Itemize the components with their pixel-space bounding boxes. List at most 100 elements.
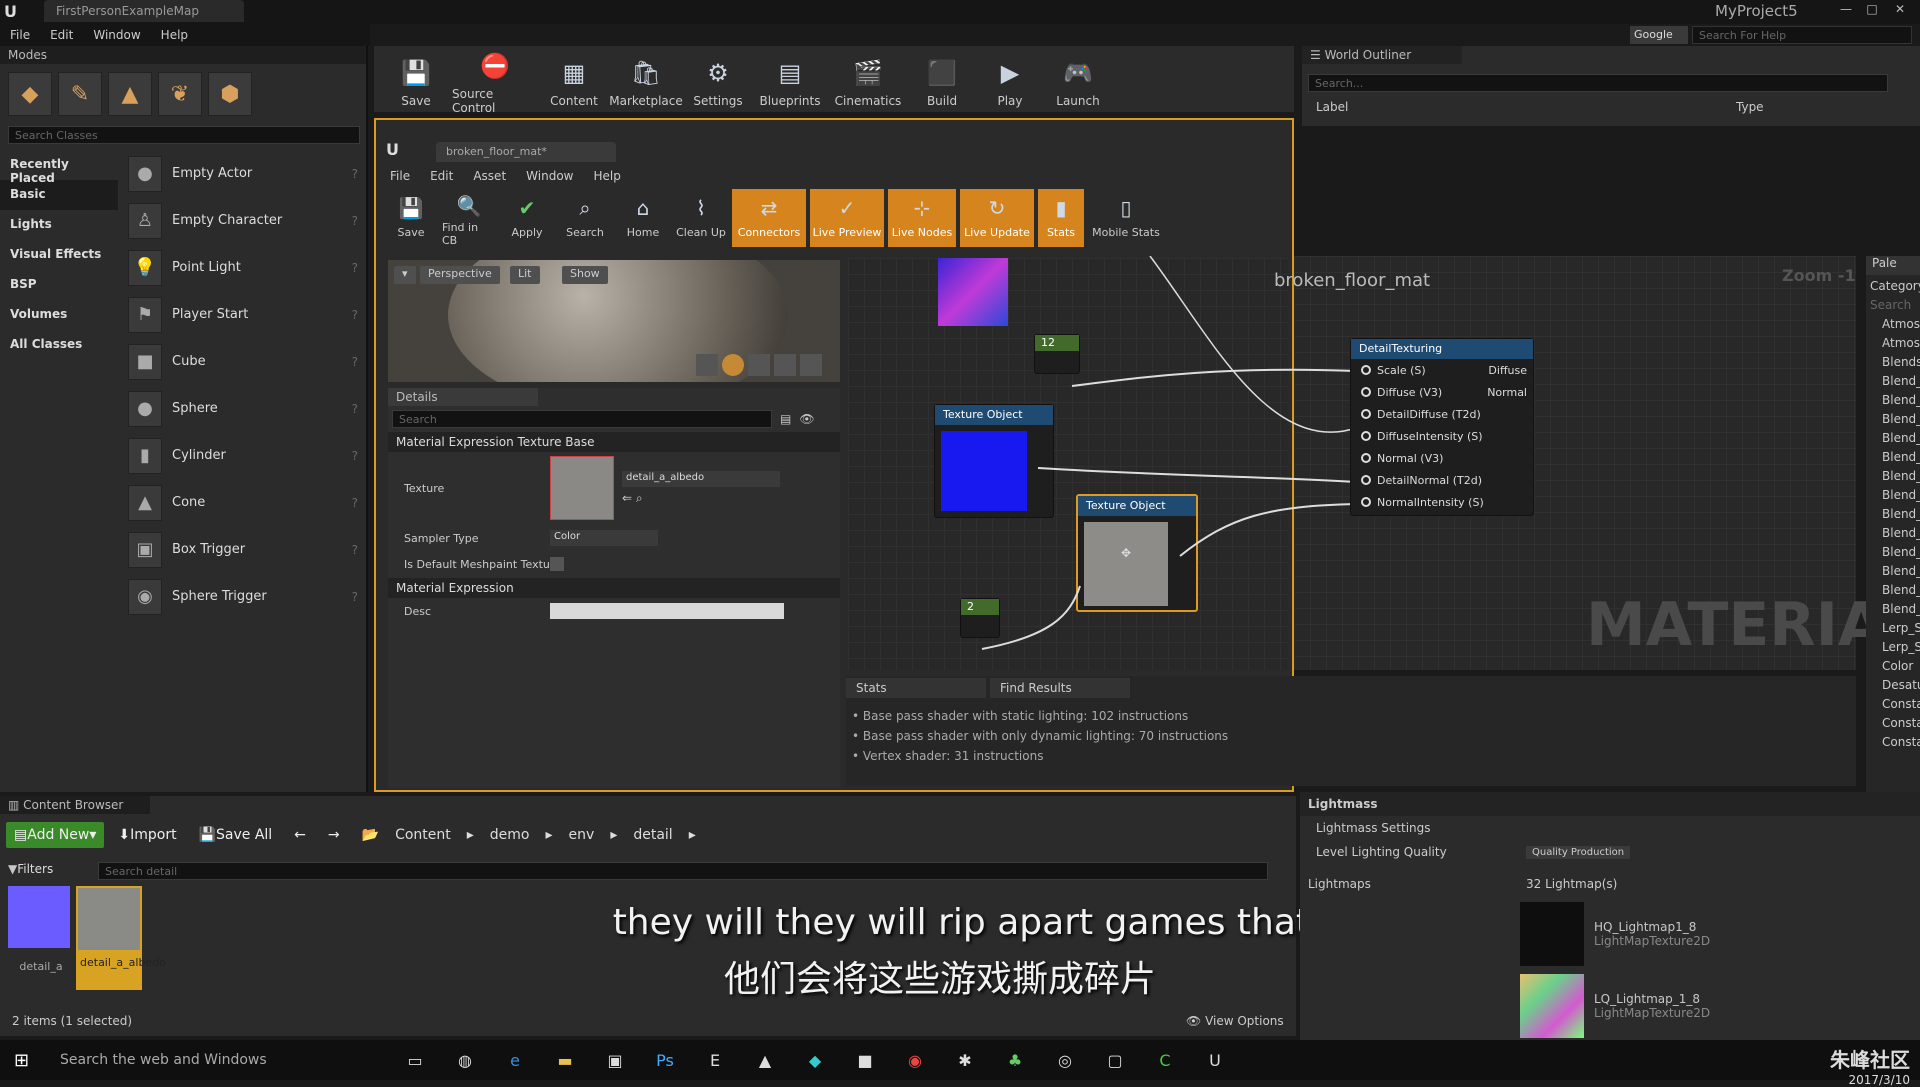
lightmap-hq[interactable]: HQ_Lightmap1_8 LightMapTexture2D (1520, 902, 1920, 966)
app-icon[interactable]: ◆ (800, 1048, 830, 1072)
mat-save-button[interactable]: 💾 Save (384, 189, 438, 247)
app-icon[interactable]: ◎ (1050, 1048, 1080, 1072)
live-preview-button[interactable]: ✓ Live Preview (810, 189, 884, 247)
mobile-stats-button[interactable]: ▯ Mobile Stats (1088, 189, 1164, 247)
meshpaint-checkbox[interactable] (550, 557, 564, 571)
chrome-icon[interactable]: ◉ (900, 1048, 930, 1072)
palette-category[interactable]: Category (1866, 279, 1920, 298)
use-selected-icon[interactable]: ⇐ (622, 491, 632, 505)
pin-detail-normal[interactable]: DetailNormal (T2d) (1351, 469, 1533, 491)
live-nodes-button[interactable]: ⊹ Live Nodes (888, 189, 956, 247)
palette-item[interactable]: Consta (1866, 716, 1920, 735)
place-item-cube[interactable]: ■ Cube? (122, 338, 366, 385)
palette-item[interactable]: Blend_ (1866, 602, 1920, 621)
epic-icon[interactable]: E (700, 1048, 730, 1072)
mesh-preview-icon[interactable] (800, 354, 822, 376)
place-item-cone[interactable]: ▲ Cone? (122, 479, 366, 526)
content-button[interactable]: ▦ Content (542, 51, 606, 108)
palette-item[interactable]: Blends (1866, 355, 1920, 374)
place-item-point-light[interactable]: 💡 Point Light? (122, 244, 366, 291)
palette-item[interactable]: Blend_ (1866, 564, 1920, 583)
cinematics-button[interactable]: 🎬 Cinematics (830, 51, 906, 108)
palette-item[interactable]: Atmosp (1866, 317, 1920, 336)
pin-detail-diffuse[interactable]: DetailDiffuse (T2d) (1351, 403, 1533, 425)
app-icon[interactable]: ■ (850, 1048, 880, 1072)
tab-find-results[interactable]: Find Results (990, 678, 1130, 698)
search-button[interactable]: ⌕ Search (558, 189, 612, 247)
label-column-header[interactable]: Label (1316, 100, 1736, 114)
place-item-sphere[interactable]: ● Sphere? (122, 385, 366, 432)
live-update-button[interactable]: ↻ Live Update (960, 189, 1034, 247)
save-all-button[interactable]: 💾 Save All (191, 822, 281, 848)
category-lights[interactable]: Lights (0, 210, 118, 240)
tab-stats[interactable]: Stats (846, 678, 986, 698)
material-preview-viewport[interactable]: ▾ Perspective Lit Show (388, 260, 840, 382)
palette-item[interactable]: Consta (1866, 697, 1920, 716)
section-material-expression[interactable]: Material Expression (388, 578, 840, 598)
app-icon[interactable]: ✱ (950, 1048, 980, 1072)
place-item-player-start[interactable]: ⚑ Player Start? (122, 291, 366, 338)
save-button[interactable]: 💾 Save (384, 51, 448, 108)
palette-item[interactable]: Blend_ (1866, 393, 1920, 412)
sphere-preview-icon[interactable] (722, 354, 744, 376)
pin-normal-intensity[interactable]: NormalIntensity (S) (1351, 491, 1533, 513)
apply-button[interactable]: ✔ Apply (500, 189, 554, 247)
clean-up-button[interactable]: ⌇ Clean Up (674, 189, 728, 247)
type-column-header[interactable]: Type (1736, 100, 1764, 114)
output-normal[interactable]: Normal (1487, 386, 1527, 399)
palette-item[interactable]: Blend_ (1866, 374, 1920, 393)
eye-icon[interactable]: 👁 (799, 412, 814, 426)
unreal-logo-icon[interactable]: U (1200, 1048, 1230, 1072)
help-icon[interactable]: ? (352, 214, 358, 228)
asset-detail-a[interactable]: detail_a (8, 886, 74, 990)
palette-item[interactable]: Blend_ (1866, 450, 1920, 469)
marketplace-button[interactable]: 🛍 Marketplace (609, 51, 683, 108)
modes-tab[interactable]: Modes (0, 46, 366, 64)
lightmass-settings-label[interactable]: Lightmass Settings (1316, 821, 1526, 835)
place-item-empty-character[interactable]: ♙ Empty Character? (122, 197, 366, 244)
paint-mode-icon[interactable]: ✎ (58, 72, 102, 116)
palette-item[interactable]: Blend_ (1866, 431, 1920, 450)
landscape-mode-icon[interactable]: ▲ (108, 72, 152, 116)
plane-preview-icon[interactable] (748, 354, 770, 376)
help-icon[interactable]: ? (352, 167, 358, 181)
explorer-icon[interactable]: ▬ (550, 1048, 580, 1072)
view-options-button[interactable]: 👁 View Options (1186, 1014, 1284, 1028)
palette-item[interactable]: Blend_ (1866, 583, 1920, 602)
help-icon[interactable]: ? (352, 261, 358, 275)
search-classes-input[interactable]: Search Classes (8, 126, 360, 144)
help-search-input[interactable]: Search For Help (1692, 26, 1912, 44)
detail-texturing-node[interactable]: DetailTexturing Scale (S) Diffuse Diffuse… (1350, 338, 1534, 516)
geometry-mode-icon[interactable]: ⬢ (208, 72, 252, 116)
forward-button[interactable]: → (320, 822, 348, 848)
palette-item[interactable]: Consta (1866, 735, 1920, 754)
play-button[interactable]: ▶ Play (978, 51, 1042, 108)
menu-help[interactable]: Help (161, 28, 188, 42)
category-volumes[interactable]: Volumes (0, 300, 118, 330)
lightmass-header[interactable]: Lightmass (1300, 792, 1920, 816)
palette-item[interactable]: Atmos (1866, 336, 1920, 355)
crumb-content[interactable]: Content (395, 827, 451, 843)
edge-icon[interactable]: e (500, 1048, 530, 1072)
home-button[interactable]: ⌂ Home (616, 189, 670, 247)
place-mode-icon[interactable]: ◆ (8, 72, 52, 116)
palette-tab[interactable]: Pale (1866, 256, 1920, 275)
lighting-quality-dropdown[interactable]: Quality Production (1526, 845, 1631, 859)
launch-button[interactable]: 🎮 Launch (1046, 51, 1110, 108)
palette-item[interactable]: Blend_ (1866, 526, 1920, 545)
section-texture-base[interactable]: Material Expression Texture Base (388, 432, 840, 452)
taskbar-search[interactable]: Search the web and Windows (60, 1052, 267, 1068)
palette-item[interactable]: Color (1866, 659, 1920, 678)
connectors-button[interactable]: ⇄ Connectors (732, 189, 806, 247)
back-button[interactable]: ← (286, 822, 314, 848)
mat-menu-edit[interactable]: Edit (430, 169, 453, 183)
browse-icon[interactable]: ⌕ (636, 491, 643, 505)
category-all-classes[interactable]: All Classes (0, 330, 118, 360)
app-icon[interactable]: C (1150, 1048, 1180, 1072)
crumb-detail[interactable]: detail (633, 827, 672, 843)
lit-button[interactable]: Lit (510, 266, 540, 284)
desc-input[interactable] (550, 603, 784, 619)
category-recently-placed[interactable]: Recently Placed (0, 150, 118, 185)
details-search-input[interactable]: Search (392, 410, 772, 428)
palette-item[interactable]: Blend_ (1866, 412, 1920, 431)
